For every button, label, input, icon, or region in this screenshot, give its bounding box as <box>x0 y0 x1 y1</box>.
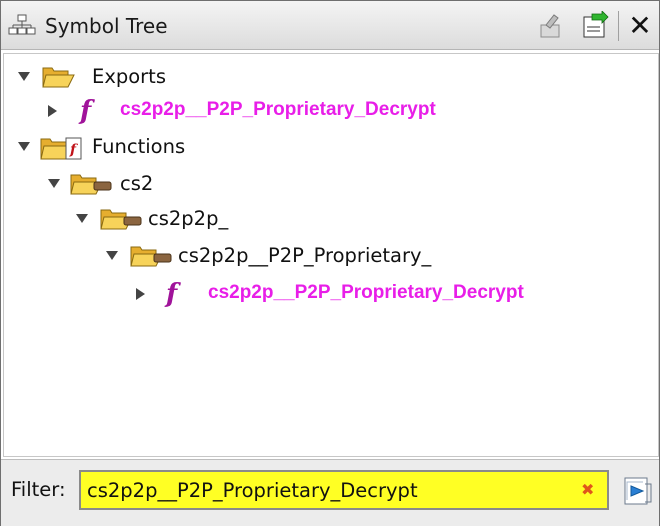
collapse-toggle-icon[interactable] <box>136 288 145 300</box>
expand-toggle-icon[interactable] <box>18 142 30 151</box>
symbol-tree: Exports f cs2p2p__P2P_Proprietary_Decryp… <box>3 53 659 457</box>
close-icon: ✕ <box>628 9 652 42</box>
navigate-on-incoming-event-icon <box>540 14 560 38</box>
tree-node-label: Functions <box>92 135 186 158</box>
expand-toggle-icon[interactable] <box>106 251 118 260</box>
namespace-folder-icon <box>130 243 174 273</box>
tree-node-label: Exports <box>92 65 166 88</box>
function-icon: f <box>80 96 92 126</box>
tree-node-label: cs2p2p__P2P_Proprietary_ <box>178 244 432 267</box>
collapse-toggle-icon[interactable] <box>48 105 57 117</box>
expand-toggle-icon[interactable] <box>48 179 60 188</box>
tree-node-label: cs2 <box>120 172 154 195</box>
filter-options-icon <box>624 477 652 505</box>
function-icon: f <box>166 279 178 309</box>
close-button[interactable]: ✕ <box>625 11 655 41</box>
symbol-tree-window: Symbol Tree ✕ Exports f cs2p2p__P2P_Prop… <box>0 0 660 526</box>
symbol-tree-icon <box>8 14 36 38</box>
panel-title: Symbol Tree <box>45 14 168 38</box>
expand-toggle-icon[interactable] <box>76 214 88 223</box>
filter-input[interactable] <box>79 470 609 510</box>
tree-node-label: cs2p2p__P2P_Proprietary_Decrypt <box>120 99 436 120</box>
filter-bar: Filter: ✖ <box>1 459 659 526</box>
functions-folder-icon: f <box>40 134 84 166</box>
folder-open-icon <box>42 64 76 94</box>
title-bar: Symbol Tree ✕ <box>1 1 659 50</box>
filter-label: Filter: <box>11 478 66 501</box>
namespace-folder-icon <box>70 171 114 201</box>
toolbar-separator <box>618 11 619 41</box>
namespace-folder-icon <box>100 206 144 236</box>
snapshot-icon <box>583 10 609 38</box>
expand-toggle-icon[interactable] <box>18 72 30 81</box>
tree-node-label: cs2p2p_ <box>148 207 229 230</box>
clear-filter-icon[interactable]: ✖ <box>581 482 594 498</box>
navigate-on-incoming-event-button[interactable] <box>536 11 566 41</box>
tree-node-label: cs2p2p__P2P_Proprietary_Decrypt <box>208 282 524 303</box>
filter-options-button[interactable] <box>621 474 655 508</box>
snapshot-button[interactable] <box>580 10 610 41</box>
